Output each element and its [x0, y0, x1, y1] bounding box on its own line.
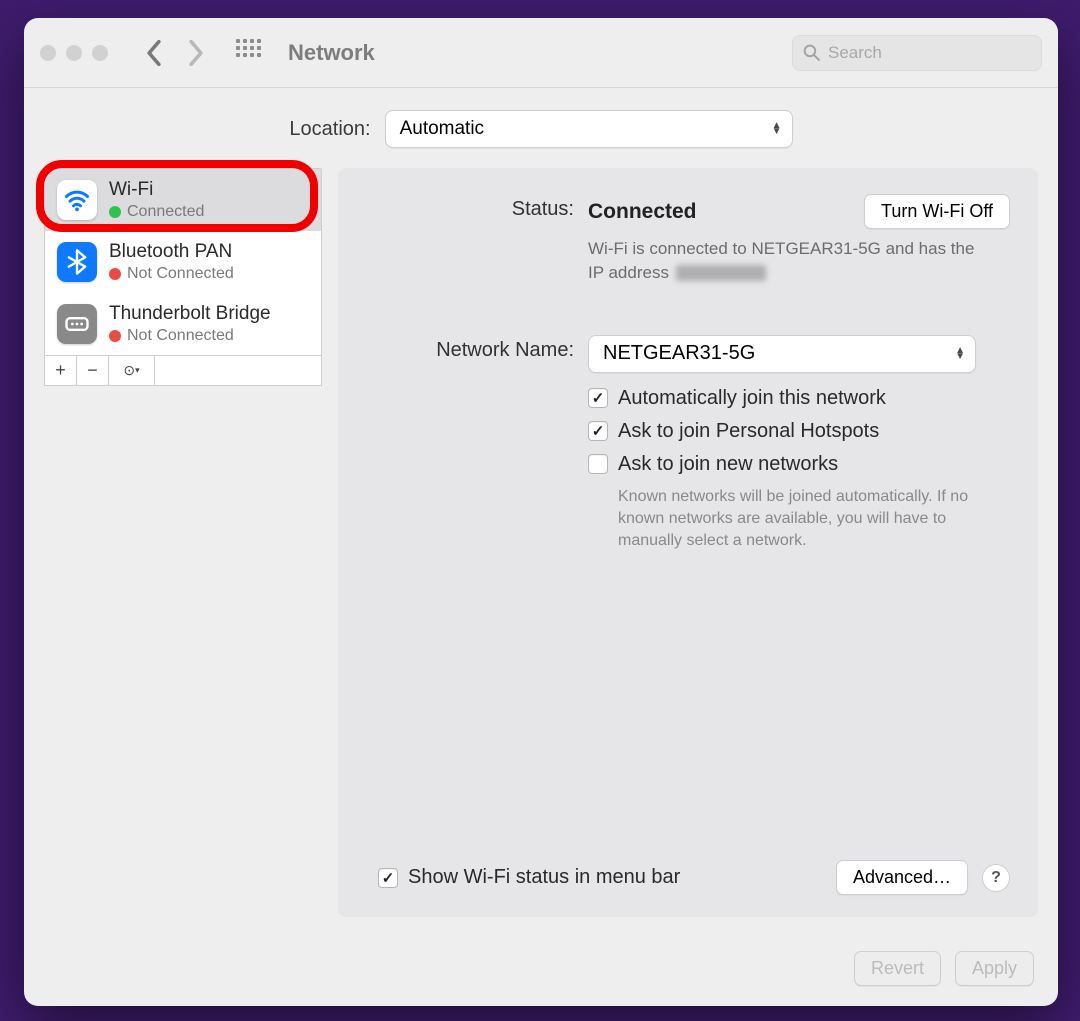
sidebar-item-bluetooth-pan[interactable]: Bluetooth PAN Not Connected — [45, 231, 321, 293]
ask-new-label: Ask to join new networks — [618, 453, 838, 476]
ask-hotspots-checkbox-row[interactable]: Ask to join Personal Hotspots — [588, 420, 1010, 443]
interface-list: Wi-Fi Connected Bluetooth PAN Not Connec… — [44, 168, 322, 356]
search-icon — [803, 44, 820, 61]
advanced-button[interactable]: Advanced… — [836, 860, 968, 895]
status-dot-icon — [109, 330, 121, 342]
status-dot-icon — [109, 206, 121, 218]
minimize-icon[interactable] — [66, 45, 82, 61]
wifi-toggle-button[interactable]: Turn Wi-Fi Off — [864, 194, 1010, 229]
interface-name: Wi-Fi — [109, 179, 204, 201]
network-preferences-window: Network Location: Automatic ▲▼ — [24, 18, 1058, 1006]
sidebar-footer: + − ⊙ ▾ — [44, 356, 322, 386]
location-label: Location: — [289, 118, 370, 141]
status-value: Connected — [588, 200, 697, 224]
window-title: Network — [288, 40, 375, 66]
show-all-icon[interactable] — [236, 39, 264, 67]
auto-join-label: Automatically join this network — [618, 387, 886, 410]
network-name-label: Network Name: — [366, 335, 574, 362]
interface-name: Bluetooth PAN — [109, 241, 234, 263]
back-button[interactable] — [138, 37, 170, 69]
ask-hotspots-label: Ask to join Personal Hotspots — [618, 420, 879, 443]
network-name-value: NETGEAR31-5G — [603, 342, 755, 365]
thunderbolt-bridge-icon — [57, 304, 97, 344]
wifi-icon — [57, 180, 97, 220]
checkbox-icon[interactable] — [588, 454, 608, 474]
checkbox-icon[interactable] — [588, 421, 608, 441]
add-interface-button[interactable]: + — [45, 356, 77, 385]
window-controls — [40, 45, 108, 61]
titlebar: Network — [24, 18, 1058, 88]
bluetooth-icon — [57, 242, 97, 282]
status-dot-icon — [109, 268, 121, 280]
help-button[interactable]: ? — [982, 864, 1010, 892]
show-menubar-label: Show Wi-Fi status in menu bar — [408, 866, 680, 889]
interface-status: Connected — [109, 203, 204, 221]
network-name-select[interactable]: NETGEAR31-5G ▲▼ — [588, 335, 976, 373]
ask-new-help-text: Known networks will be joined automatica… — [618, 486, 978, 553]
revert-button[interactable]: Revert — [854, 951, 941, 986]
detail-panel: Status: Connected Turn Wi-Fi Off Wi-Fi i… — [338, 168, 1038, 917]
sidebar-item-thunderbolt-bridge[interactable]: Thunderbolt Bridge Not Connected — [45, 293, 321, 355]
search-field[interactable] — [792, 35, 1042, 71]
location-select[interactable]: Automatic ▲▼ — [385, 110, 793, 148]
location-value: Automatic — [400, 118, 484, 140]
interface-status: Not Connected — [109, 327, 271, 345]
remove-interface-button[interactable]: − — [77, 356, 109, 385]
status-description: Wi-Fi is connected to NETGEAR31-5G and h… — [588, 237, 988, 285]
actions-menu-button[interactable]: ⊙ ▾ — [109, 356, 155, 385]
chevron-updown-icon: ▲▼ — [772, 123, 782, 135]
status-label: Status: — [366, 194, 574, 221]
forward-button[interactable] — [180, 37, 212, 69]
interface-status: Not Connected — [109, 265, 234, 283]
checkbox-icon[interactable] — [378, 868, 398, 888]
search-input[interactable] — [828, 43, 1031, 63]
show-menubar-checkbox-row[interactable]: Show Wi-Fi status in menu bar — [378, 866, 680, 889]
auto-join-checkbox-row[interactable]: Automatically join this network — [588, 387, 1010, 410]
close-icon[interactable] — [40, 45, 56, 61]
zoom-icon[interactable] — [92, 45, 108, 61]
redacted-ip — [676, 265, 766, 281]
ask-new-checkbox-row[interactable]: Ask to join new networks — [588, 453, 1010, 476]
apply-button[interactable]: Apply — [955, 951, 1034, 986]
window-footer: Revert Apply — [24, 937, 1058, 1006]
checkbox-icon[interactable] — [588, 388, 608, 408]
chevron-updown-icon: ▲▼ — [955, 348, 965, 360]
interface-name: Thunderbolt Bridge — [109, 303, 271, 325]
interfaces-sidebar: Wi-Fi Connected Bluetooth PAN Not Connec… — [44, 168, 322, 917]
location-row: Location: Automatic ▲▼ — [24, 88, 1058, 168]
sidebar-item-wifi[interactable]: Wi-Fi Connected — [45, 169, 321, 231]
